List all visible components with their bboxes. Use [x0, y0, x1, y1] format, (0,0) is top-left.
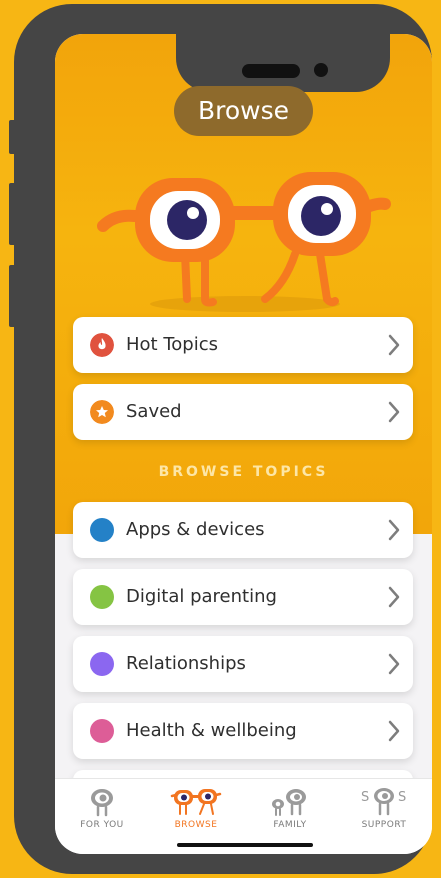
app-screen: Browse Hot Topics Saved BROWSE TOPICS Ap…: [55, 34, 432, 854]
family-mascot-icon: [272, 789, 306, 816]
glasses-mascot-illustration: [97, 172, 391, 312]
topic-row-digital-parenting[interactable]: Digital parenting: [73, 569, 413, 625]
chevron-right-icon: [388, 401, 400, 423]
tab-support[interactable]: S S SUPPORT: [337, 779, 431, 839]
hot-topics-row[interactable]: Hot Topics: [73, 317, 413, 373]
topic-row-apps[interactable]: Apps & devices: [73, 502, 413, 558]
tab-family[interactable]: FAMILY: [243, 779, 337, 839]
star-icon: [90, 400, 114, 424]
tab-label: FOR YOU: [80, 820, 124, 830]
tab-browse[interactable]: BROWSE: [149, 779, 243, 839]
section-heading: BROWSE TOPICS: [158, 464, 329, 480]
saved-label: Saved: [126, 401, 182, 422]
topic-label: Health & wellbeing: [126, 720, 297, 741]
chevron-right-icon: [388, 653, 400, 675]
chevron-right-icon: [388, 720, 400, 742]
topic-color-dot: [90, 652, 114, 676]
topic-label: Apps & devices: [126, 519, 265, 540]
topic-color-dot: [90, 719, 114, 743]
home-indicator[interactable]: [177, 843, 313, 847]
svg-text:S: S: [398, 790, 406, 805]
device-notch: [176, 34, 390, 92]
tab-for-you[interactable]: FOR YOU: [55, 779, 149, 839]
eye-mascot-icon: [91, 789, 113, 817]
chevron-right-icon: [388, 519, 400, 541]
speaker-grille: [242, 64, 300, 78]
sos-mascot-icon: S S: [361, 788, 406, 816]
glasses-mascot-icon: [170, 789, 222, 815]
page-title: Browse: [174, 86, 313, 136]
tab-label: FAMILY: [273, 820, 307, 830]
topic-row-relationships[interactable]: Relationships: [73, 636, 413, 692]
chevron-right-icon: [388, 586, 400, 608]
svg-text:S: S: [361, 790, 369, 805]
phone-frame: Browse Hot Topics Saved BROWSE TOPICS Ap…: [14, 4, 432, 874]
topic-color-dot: [90, 518, 114, 542]
chevron-right-icon: [388, 334, 400, 356]
tab-label: BROWSE: [174, 820, 218, 830]
flame-icon: [90, 333, 114, 357]
tab-label: SUPPORT: [361, 820, 407, 830]
saved-row[interactable]: Saved: [73, 384, 413, 440]
topic-label: Digital parenting: [126, 586, 277, 607]
hot-topics-label: Hot Topics: [126, 334, 218, 355]
front-camera: [314, 63, 328, 77]
topic-row-health-wellbeing[interactable]: Health & wellbeing: [73, 703, 413, 759]
topic-label: Relationships: [126, 653, 246, 674]
topic-color-dot: [90, 585, 114, 609]
